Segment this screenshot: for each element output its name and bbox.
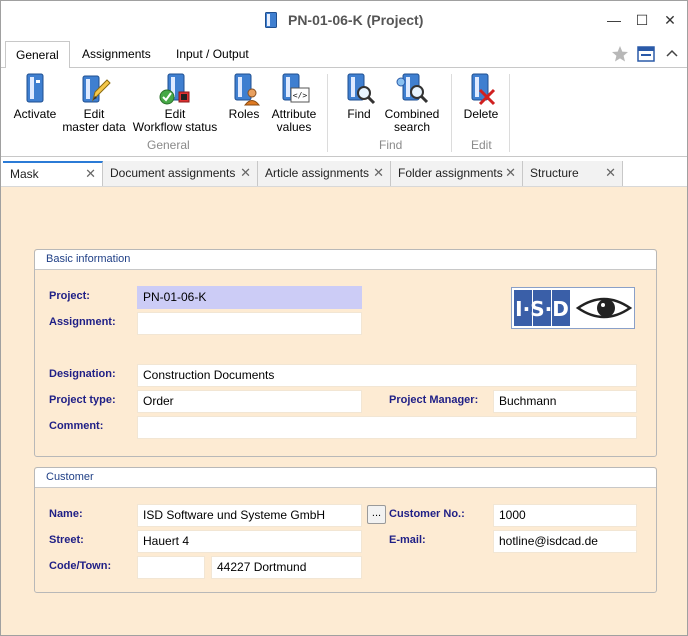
town-field[interactable]: 44227 Dortmund (211, 556, 362, 579)
tab-mask-label: Mask (10, 167, 39, 181)
tab-document-assignments[interactable]: Document assignments ✕ (103, 161, 258, 186)
email-label: E-mail: (389, 534, 426, 546)
name-label: Name: (49, 508, 83, 520)
roles-button[interactable]: Roles (223, 72, 265, 121)
edit-master-data-button[interactable]: Edit master data (59, 72, 129, 134)
group-label-edit: Edit (471, 138, 492, 152)
combined-search-button[interactable]: Combined search (381, 72, 443, 134)
tab-folder-assignments[interactable]: Folder assignments ✕ (391, 161, 523, 186)
delete-label: Delete (463, 107, 499, 121)
find-icon (347, 73, 376, 105)
tab-article-assignments-label: Article assignments (265, 166, 370, 180)
close-icon[interactable]: ✕ (505, 161, 516, 185)
ribbon-tab-assignments[interactable]: Assignments (72, 41, 161, 67)
minimize-button[interactable]: — (603, 9, 625, 31)
edit-master-data-label-1: Edit (83, 107, 105, 121)
comment-label: Comment: (49, 420, 104, 432)
designation-field[interactable]: Construction Documents (137, 364, 637, 387)
customer-no-label: Customer No.: (389, 508, 465, 520)
chevron-up-icon[interactable] (663, 45, 681, 63)
assignment-field[interactable] (137, 312, 362, 335)
title-wrap: PN-01-06-K (Project) (1, 12, 687, 28)
attribute-values-button[interactable]: </> Attribute values (266, 72, 322, 134)
attribute-values-label-2: values (276, 120, 312, 134)
project-type-label: Project type: (49, 394, 116, 406)
ribbon-tab-general[interactable]: General (5, 41, 70, 68)
isd-logo: I·S·D (511, 287, 635, 329)
customer-title: Customer (35, 468, 656, 488)
ribbon-tab-bar: General Assignments Input / Output (1, 41, 687, 68)
project-window: PN-01-06-K (Project) — ☐ ✕ General Assig… (0, 0, 688, 636)
tab-article-assignments[interactable]: Article assignments ✕ (258, 161, 391, 186)
edit-master-data-label-2: master data (62, 120, 126, 134)
ribbon-separator (327, 74, 328, 152)
mask-content: Basic information Project: PN-01-06-K As… (1, 186, 687, 635)
basic-information-group: Basic information Project: PN-01-06-K As… (34, 249, 657, 457)
isd-logo-text: I·S·D (515, 297, 569, 321)
star-icon[interactable] (611, 45, 629, 63)
activate-label: Activate (13, 107, 57, 121)
window-title: PN-01-06-K (Project) (287, 12, 424, 28)
tab-structure-label: Structure (530, 166, 579, 180)
edit-workflow-status-button[interactable]: Edit Workflow status (130, 72, 220, 134)
close-icon[interactable]: ✕ (85, 163, 96, 185)
tab-mask[interactable]: Mask ✕ (3, 161, 103, 186)
customer-group: Customer Name: ISD Software und Systeme … (34, 467, 657, 593)
comment-field[interactable] (137, 416, 637, 439)
close-icon[interactable]: ✕ (605, 161, 616, 185)
group-label-find: Find (379, 138, 403, 152)
activate-button[interactable]: Activate (9, 72, 61, 121)
assignment-label: Assignment: (49, 316, 116, 328)
customer-no-field[interactable]: 1000 (493, 504, 637, 527)
delete-icon (471, 73, 496, 106)
street-label: Street: (49, 534, 84, 546)
tab-folder-assignments-label: Folder assignments (398, 166, 503, 180)
project-manager-label: Project Manager: (389, 394, 479, 406)
ribbon-separator (451, 74, 452, 152)
workflow-status-icon (159, 73, 190, 105)
code-town-label: Code/Town: (49, 560, 112, 572)
project-manager-field[interactable]: Buchmann (493, 390, 637, 413)
activate-icon (26, 73, 44, 103)
edit-workflow-status-label-2: Workflow status (132, 120, 218, 134)
project-type-field[interactable]: Order (137, 390, 362, 413)
roles-icon (234, 73, 261, 106)
ribbon-tab-input-output[interactable]: Input / Output (166, 41, 259, 67)
edit-master-data-icon (82, 75, 111, 103)
close-button[interactable]: ✕ (659, 9, 681, 31)
attribute-values-label-1: Attribute (271, 107, 317, 121)
street-field[interactable]: Hauert 4 (137, 530, 362, 553)
ribbon-separator (509, 74, 510, 152)
browse-customer-button[interactable]: ... (367, 505, 386, 524)
tab-document-assignments-label: Document assignments (110, 166, 236, 180)
edit-workflow-status-label-1: Edit (164, 107, 186, 121)
combined-search-icon (396, 73, 429, 104)
maximize-button[interactable]: ☐ (631, 9, 653, 31)
postal-code-field[interactable] (137, 556, 205, 579)
email-field[interactable]: hotline@isdcad.de (493, 530, 637, 553)
designation-label: Designation: (49, 368, 116, 380)
window-icon[interactable] (637, 45, 655, 63)
group-label-general: General (147, 138, 190, 152)
project-field[interactable]: PN-01-06-K (137, 286, 362, 309)
title-bar: PN-01-06-K (Project) — ☐ ✕ (1, 1, 687, 41)
tab-structure[interactable]: Structure ✕ (523, 161, 623, 186)
combined-search-label-1: Combined (384, 107, 440, 121)
ribbon-panel: Activate Edit master data Edit Workflow … (1, 67, 687, 157)
isd-logo-image: I·S·D (512, 288, 634, 328)
attribute-values-icon: </> (282, 73, 310, 103)
close-icon[interactable]: ✕ (373, 161, 384, 185)
name-field[interactable]: ISD Software und Systeme GmbH (137, 504, 362, 527)
project-label: Project: (49, 290, 90, 302)
combined-search-label-2: search (393, 120, 431, 134)
delete-button[interactable]: Delete (459, 72, 503, 121)
roles-label: Roles (228, 107, 260, 121)
find-button[interactable]: Find (339, 72, 379, 121)
document-tab-bar: Mask ✕ Document assignments ✕ Article as… (1, 160, 687, 186)
close-icon[interactable]: ✕ (240, 161, 251, 185)
project-book-icon (264, 12, 277, 28)
svg-text:</>: </> (293, 91, 308, 100)
basic-information-title: Basic information (35, 250, 656, 270)
find-label: Find (347, 107, 371, 121)
